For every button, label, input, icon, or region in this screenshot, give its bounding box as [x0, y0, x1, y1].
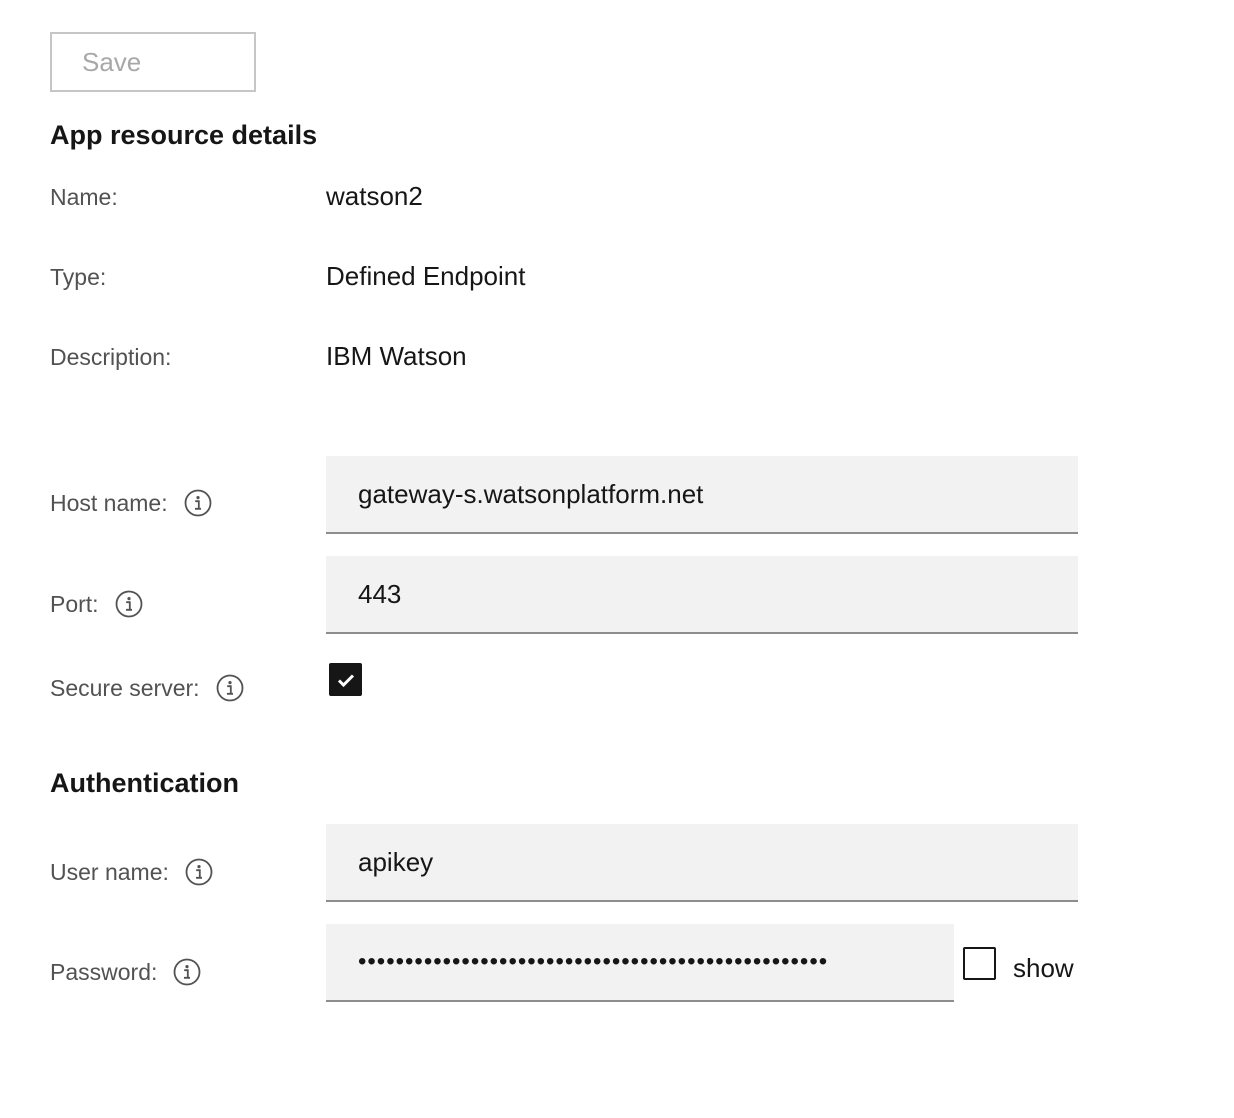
type-label: Type: — [50, 264, 106, 291]
info-icon[interactable] — [185, 858, 213, 886]
show-password-label[interactable]: show — [1013, 953, 1074, 984]
info-icon[interactable] — [184, 489, 212, 517]
name-label: Name: — [50, 184, 118, 211]
save-button[interactable]: Save — [50, 32, 256, 92]
description-label: Description: — [50, 344, 171, 371]
secure-server-label-text: Secure server: — [50, 674, 200, 701]
host-name-label-text: Host name: — [50, 489, 168, 516]
password-label: Password: — [50, 958, 201, 986]
type-value: Defined Endpoint — [326, 261, 526, 291]
password-label-text: Password: — [50, 958, 158, 985]
password-input[interactable] — [326, 924, 954, 1002]
info-icon[interactable] — [216, 674, 244, 702]
secure-server-checkbox[interactable] — [329, 663, 362, 696]
user-name-label-text: User name: — [50, 858, 169, 885]
description-value: IBM Watson — [326, 341, 467, 371]
port-label: Port: — [50, 590, 143, 618]
user-name-label: User name: — [50, 858, 213, 886]
port-input[interactable] — [326, 556, 1078, 634]
section-title-authentication: Authentication — [50, 768, 239, 798]
secure-server-label: Secure server: — [50, 674, 244, 702]
info-icon[interactable] — [173, 958, 201, 986]
description-label-text: Description: — [50, 344, 172, 370]
show-password-checkbox[interactable] — [963, 947, 996, 980]
name-value: watson2 — [326, 181, 423, 211]
name-label-text: Name: — [50, 184, 118, 210]
host-name-input[interactable] — [326, 456, 1078, 534]
type-label-text: Type: — [50, 264, 107, 290]
user-name-input[interactable] — [326, 824, 1078, 902]
host-name-label: Host name: — [50, 489, 212, 517]
section-title-app-resource-details: App resource details — [50, 120, 318, 150]
port-label-text: Port: — [50, 590, 99, 617]
app-resource-form: Save App resource details Name: watson2 … — [0, 0, 1234, 1118]
info-icon[interactable] — [115, 590, 143, 618]
checkmark-icon — [337, 673, 354, 687]
